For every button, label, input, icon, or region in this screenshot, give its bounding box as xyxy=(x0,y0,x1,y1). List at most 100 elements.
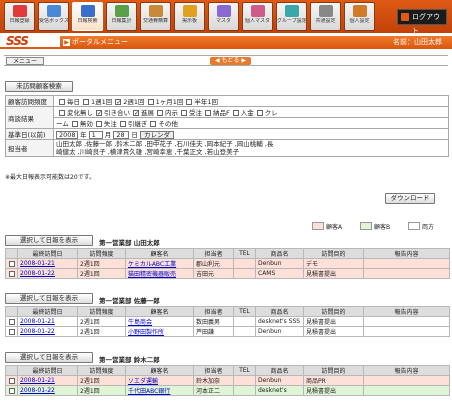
logout-button[interactable]: ログアウト xyxy=(397,9,447,35)
date-label: 基準日(以前) xyxy=(5,128,54,140)
checkbox[interactable] xyxy=(256,110,263,116)
row-select xyxy=(5,258,18,269)
visit-frequency: 2週1回 xyxy=(77,326,126,337)
show-report-button[interactable]: 選択して日報を表示 xyxy=(5,235,93,246)
row-checkbox[interactable] xyxy=(8,387,15,394)
nav-button[interactable]: 受信ボックス xyxy=(38,2,69,31)
day-select[interactable]: 28 xyxy=(113,131,130,139)
unvisited-search-button[interactable]: 未訪問顧客検索 xyxy=(5,81,73,92)
row-select xyxy=(5,326,18,337)
column-header: TEL xyxy=(233,365,256,376)
tel xyxy=(233,375,256,386)
visit-date-link[interactable]: 2008-01-21 xyxy=(20,260,55,267)
nav-icon xyxy=(80,5,95,17)
checkbox-label: 進展 xyxy=(141,109,154,117)
checkbox[interactable] xyxy=(59,110,65,116)
report-content xyxy=(363,385,450,396)
customer-link[interactable]: ケミカルABC工業 xyxy=(128,261,176,268)
download-button[interactable]: ダウンロード xyxy=(385,193,435,204)
column-header: 担当者 xyxy=(193,306,234,317)
checkbox[interactable] xyxy=(157,110,163,116)
row-checkbox[interactable] xyxy=(8,270,15,277)
staff-line: 山田太郎 ,佐藤一郎 ,鈴木二郎 ,田中花子 ,石川佳夫 ,岡本紀子 ,岡山桃輔… xyxy=(56,140,274,148)
report-content xyxy=(363,268,450,279)
nav-button[interactable]: 個人設定 xyxy=(344,2,375,31)
nav-label: 交通費精算 xyxy=(142,18,168,24)
product-name: Denbun xyxy=(255,258,304,269)
report-table: 最終訪問日 訪問頻度 顧客名 担当者 TEL 商品名 訪問目的 報告内容 2008-01-21… xyxy=(5,248,450,279)
product-name: Denbun xyxy=(255,326,304,337)
product-name: CAMS xyxy=(255,268,304,279)
nav-icon xyxy=(182,5,197,17)
nav-button[interactable]: 共通設定 xyxy=(310,2,341,31)
visit-date-link[interactable]: 2008-01-22 xyxy=(20,270,55,277)
year-select[interactable]: 2008 xyxy=(56,131,78,139)
column-header: 最終訪問日 xyxy=(17,248,78,259)
checkbox[interactable] xyxy=(59,99,65,105)
checkbox-label: 1週1回 xyxy=(91,98,113,106)
checkbox[interactable] xyxy=(147,99,154,105)
show-report-button[interactable]: 選択して日報を表示 xyxy=(5,352,93,363)
show-report-button[interactable]: 選択して日報を表示 xyxy=(5,293,93,304)
product-name: desknet's SSS xyxy=(255,316,304,327)
customer-link[interactable]: 千代田ABC銀行 xyxy=(128,388,170,395)
visit-date-link[interactable]: 2008-01-21 xyxy=(20,318,55,325)
checkbox[interactable] xyxy=(186,99,193,105)
month-select[interactable]: 1 xyxy=(88,131,103,139)
row-checkbox[interactable] xyxy=(8,260,15,267)
checkbox[interactable] xyxy=(232,110,239,116)
visit-date-link[interactable]: 2008-01-22 xyxy=(20,387,55,394)
nav-icon xyxy=(114,5,129,17)
back-button[interactable]: ◀ もどる ▶ xyxy=(210,57,251,65)
nav-label: 個人マスタ xyxy=(244,18,270,24)
visit-date-link[interactable]: 2008-01-22 xyxy=(20,328,55,335)
nav-button[interactable]: マスタ xyxy=(208,2,239,31)
checkbox[interactable] xyxy=(150,121,157,127)
column-header: 顧客名 xyxy=(125,248,194,259)
checkbox[interactable] xyxy=(119,121,126,127)
column-header: 訪問頻度 xyxy=(77,306,126,317)
nav-button[interactable]: 日報検索 xyxy=(72,2,103,31)
staff-name: 数田義男 xyxy=(193,316,234,327)
staff-line: 崎健太 ,川崎良子 ,横津貴久雄 ,宮崎幸恵 ,千葉正文 ,若山登美子 xyxy=(56,148,240,156)
report-content xyxy=(363,316,450,327)
row-checkbox[interactable] xyxy=(8,377,15,384)
nav-button[interactable]: 日報集計 xyxy=(106,2,137,31)
checkbox[interactable] xyxy=(71,121,78,127)
checkbox[interactable] xyxy=(133,110,139,116)
visit-date-link[interactable]: 2008-01-21 xyxy=(20,377,55,384)
menu-tab[interactable]: メニュー xyxy=(6,57,45,65)
nav-button[interactable]: 個人マスタ xyxy=(242,2,273,31)
group-title: 第一営業部 山田太郎 xyxy=(99,239,160,247)
row-checkbox[interactable] xyxy=(8,328,15,335)
nav-button[interactable]: 掲示板 xyxy=(174,2,205,31)
table-row: 2008-01-22 2週1回 千代田ABC銀行 河本正二 desknet's … xyxy=(5,385,450,396)
column-header: 顧客名 xyxy=(125,365,194,376)
max-note: ※最大日報表示可能数は20です。 xyxy=(5,174,96,181)
customer-link[interactable]: 小野田製作所 xyxy=(128,329,164,336)
table-row: 2008-01-22 2週1回 猫田精密機器販売 吉田元 CAMS 見積書提出 xyxy=(5,268,450,279)
nav-button[interactable]: 日報登録 xyxy=(4,2,35,31)
checkbox[interactable] xyxy=(115,99,122,105)
customer-link[interactable]: ソエダ運輸 xyxy=(128,378,158,385)
checkbox[interactable] xyxy=(205,110,211,116)
portal-title: ポータルメニュー xyxy=(72,38,128,46)
customer-link[interactable]: 猫田精密機器販売 xyxy=(128,271,176,278)
checkbox[interactable] xyxy=(96,110,102,116)
nav-button[interactable]: 交通費精算 xyxy=(140,2,171,31)
report-content xyxy=(363,326,450,337)
customer-link[interactable]: 牛島商会 xyxy=(128,319,152,326)
checkbox-label: 毎日 xyxy=(67,98,80,106)
column-header: 商品名 xyxy=(255,365,304,376)
header-bar: SSS ▶ ポータルメニュー 名前：山田太郎 xyxy=(0,33,452,49)
staff-name: 河本正二 xyxy=(193,385,234,396)
checkbox[interactable] xyxy=(181,110,187,116)
product-name: desknet's xyxy=(255,385,304,396)
nav-label: 日報検索 xyxy=(77,18,98,24)
checkbox[interactable] xyxy=(83,99,89,105)
calendar-button[interactable]: カレンダー xyxy=(139,131,174,144)
column-header: 報告内容 xyxy=(363,306,450,317)
checkbox[interactable] xyxy=(95,121,102,127)
row-checkbox[interactable] xyxy=(8,318,15,325)
nav-button[interactable]: グループ設定 xyxy=(276,2,307,31)
